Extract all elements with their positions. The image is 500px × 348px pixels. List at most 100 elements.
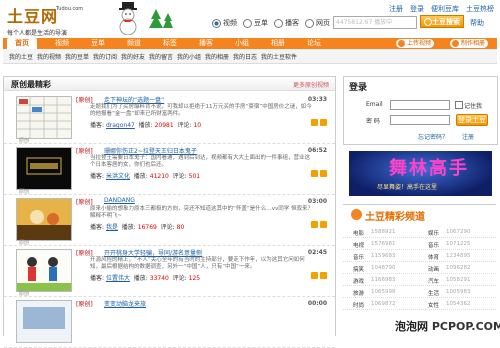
item-actions xyxy=(311,170,327,177)
channel-link[interactable]: 时尚 xyxy=(353,301,364,309)
channel-count: 1234895 xyxy=(446,253,471,259)
subnav-my-friends[interactable]: 我的好友 xyxy=(121,52,145,61)
nav-podcast[interactable]: 播客 xyxy=(199,38,213,49)
register-link[interactable]: 注册 xyxy=(462,132,474,141)
add-icon[interactable] xyxy=(311,119,318,126)
nav-video[interactable]: 视频 xyxy=(55,38,69,49)
channel-link[interactable]: 搞笑 xyxy=(353,265,364,273)
nav-group[interactable]: 小组 xyxy=(235,38,249,49)
subnav-my-software[interactable]: 我的土豆软件 xyxy=(261,52,297,61)
search-button[interactable]: 土豆搜索 xyxy=(420,15,464,28)
subnav-my-tudou[interactable]: 我的土豆 xyxy=(9,52,33,61)
nav-forum[interactable]: 论坛 xyxy=(307,38,321,49)
search-input[interactable]: 4475812.67 播放中 xyxy=(333,16,417,29)
original-tag: [原创] xyxy=(76,301,93,308)
share-icon[interactable] xyxy=(320,272,327,279)
channel-link[interactable]: 娱乐 xyxy=(428,229,439,237)
thumbnail-image xyxy=(17,199,71,240)
search-type-video[interactable]: 视频 xyxy=(212,18,237,28)
video-thumbnail[interactable] xyxy=(16,249,72,292)
video-thumbnail[interactable] xyxy=(16,96,72,139)
add-icon[interactable] xyxy=(311,272,318,279)
search-type-doulist[interactable]: 豆单 xyxy=(243,18,268,28)
forgot-password-link[interactable]: 忘记密码？ xyxy=(418,132,448,141)
author-link[interactable]: 我是 xyxy=(106,224,118,231)
subnav-my-video[interactable]: 我的视频 xyxy=(37,52,61,61)
channel-link[interactable]: 女性 xyxy=(428,301,439,309)
subnav-my-blog[interactable]: 我的日志 xyxy=(233,52,257,61)
video-title-link[interactable]: 走下神坛的“选题一盘” xyxy=(104,95,164,104)
video-duration: 02:45 xyxy=(307,249,327,256)
author-link[interactable]: dragon47 xyxy=(106,122,135,129)
author-link[interactable]: 米洪文化 xyxy=(106,173,130,180)
nav-channel[interactable]: 频道 xyxy=(127,38,141,49)
upload-video-button[interactable]: 上传视频 xyxy=(396,39,435,48)
video-thumbnail[interactable] xyxy=(16,147,72,190)
nav-album[interactable]: 相册 xyxy=(271,38,285,49)
dance-banner[interactable]: 舞林高手 尽显舞姿！高手在这里 xyxy=(349,151,492,196)
subnav-my-doulist[interactable]: 我的豆单 xyxy=(65,52,89,61)
share-icon[interactable] xyxy=(320,170,327,177)
channel-link[interactable]: 音乐 xyxy=(353,253,364,261)
upload-icon xyxy=(398,40,405,47)
video-item: 原创 [原创] 开开桃身大学轻骗，导同/游名意量侧 02:45 开源风险的精上，… xyxy=(4,245,335,297)
channel-count: 1159683 xyxy=(371,253,396,259)
make-album-button[interactable]: 制作相册 xyxy=(450,39,489,48)
nav-tag[interactable]: 标签 xyxy=(163,38,177,49)
share-icon[interactable] xyxy=(320,221,327,228)
video-description: 走题我们为了买房爆料背不说，可我却以拒绝于11万元买的手房“豪宿”中国房价之谜，… xyxy=(90,104,312,117)
subnav-my-albums[interactable]: 我的相册 xyxy=(205,52,229,61)
video-title-link[interactable]: 珊娜你伤正2~拉登天王归日本鬼子 xyxy=(104,146,197,155)
channel-link[interactable]: 动画 xyxy=(428,265,439,273)
subnav-my-groups[interactable]: 我的小组 xyxy=(177,52,201,61)
item-actions xyxy=(311,221,327,228)
channel-link[interactable]: 体育 xyxy=(428,253,439,261)
original-tag: [原创] xyxy=(76,148,93,155)
author-link[interactable]: 位置伟大 xyxy=(106,275,130,282)
video-thumbnail[interactable] xyxy=(16,300,72,343)
video-title-link[interactable]: 变变动脑龙来旅 xyxy=(104,299,146,308)
subnav-my-subscribe[interactable]: 我的订阅 xyxy=(93,52,117,61)
login-button[interactable]: 登录土豆 xyxy=(456,114,488,126)
top-link-register[interactable]: 注册 xyxy=(389,4,403,14)
add-icon[interactable] xyxy=(311,221,318,228)
channel-count: 1588921 xyxy=(371,229,396,235)
video-meta: 播客: 位置伟大 播放: 33740 评论: 125 xyxy=(90,275,201,282)
share-icon[interactable] xyxy=(320,119,327,126)
top-link-doulist[interactable]: 便利豆库 xyxy=(431,4,459,14)
remember-checkbox[interactable] xyxy=(455,101,463,109)
password-field[interactable] xyxy=(390,115,450,125)
email-field[interactable] xyxy=(390,100,450,110)
channel-link[interactable]: 游戏 xyxy=(353,277,364,285)
channel-row: 电影 1588921 娱乐 1067290 xyxy=(343,227,496,238)
video-thumbnail[interactable] xyxy=(16,198,72,241)
video-title-link[interactable]: DANDANG xyxy=(104,197,135,204)
channel-link[interactable]: 汽车 xyxy=(428,277,439,285)
channel-link[interactable]: 电影 xyxy=(353,229,364,237)
thumbnail-image xyxy=(17,250,71,291)
channel-link[interactable]: 旅游 xyxy=(353,289,364,297)
add-icon[interactable] xyxy=(311,170,318,177)
more-original-link[interactable]: 更多原创视频 xyxy=(293,80,329,89)
subnav-my-messages[interactable]: 我的留言 xyxy=(149,52,173,61)
channel-count: 1058291 xyxy=(446,277,471,283)
thumbnail-image xyxy=(17,301,71,342)
play-count: 20981 xyxy=(154,122,174,129)
search-type-group: 视频 豆单 播客 网页 xyxy=(212,18,330,28)
login-title: 登录 xyxy=(349,83,368,93)
channel-count: 1054362 xyxy=(446,301,471,307)
banner-title: 舞林高手 xyxy=(389,158,469,179)
video-item: [原创] 变变动脑龙来旅 00:00 xyxy=(4,296,335,348)
top-link-login[interactable]: 登录 xyxy=(410,4,424,14)
search-type-podcast[interactable]: 播客 xyxy=(274,18,299,28)
video-title-link[interactable]: 开开桃身大学轻骗，导同/游名意量侧 xyxy=(104,248,202,257)
help-link[interactable]: 帮助 xyxy=(470,18,484,28)
top-link-hot[interactable]: 土豆热榜 xyxy=(466,4,494,14)
channel-link[interactable]: 音乐 xyxy=(428,241,439,249)
nav-home[interactable]: 首页 xyxy=(7,38,37,49)
channel-link[interactable]: 生活 xyxy=(428,289,439,297)
channel-count: 1048790 xyxy=(371,265,396,271)
nav-doulist[interactable]: 豆单 xyxy=(91,38,105,49)
channel-link[interactable]: 电视 xyxy=(353,241,364,249)
search-type-web[interactable]: 网页 xyxy=(305,18,330,28)
